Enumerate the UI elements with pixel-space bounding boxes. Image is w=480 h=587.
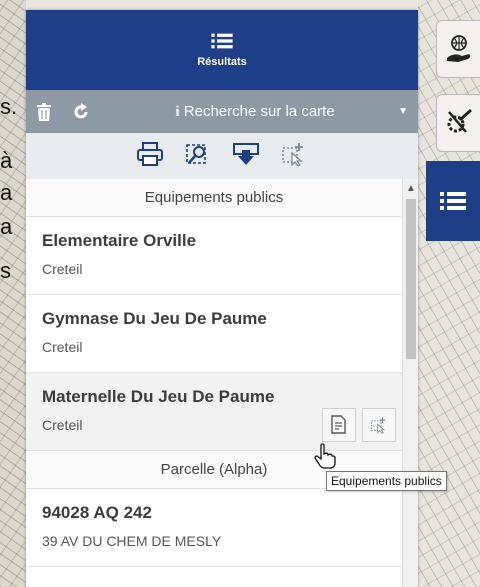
map-text-fragment: a [0, 214, 13, 239]
item-name: 94028 AQ 242 [42, 503, 152, 522]
tooltip: Equipements publics [326, 471, 447, 491]
list-item[interactable]: 94028 AQ 242 39 AV DU CHEM DE MESLY [26, 489, 402, 567]
panel-header: Résultats [26, 10, 418, 90]
scroll-up-icon[interactable]: ▲ [406, 183, 416, 194]
refresh-button[interactable] [72, 102, 112, 121]
scroll-thumb[interactable] [406, 199, 416, 359]
results-panel: Résultats i Recherche sur la carte ▼ Equ… [26, 10, 418, 587]
list-item[interactable]: Elementaire Orville Creteil [26, 217, 402, 295]
refresh-icon [74, 102, 88, 118]
item-details-button[interactable] [322, 408, 356, 442]
map-background-left[interactable] [0, 0, 26, 587]
results-list: Equipements publics Elementaire Orville … [26, 179, 402, 587]
item-subtitle: Creteil [42, 339, 83, 355]
results-toolbar: i Recherche sur la carte ▼ [26, 90, 418, 133]
print-icon [137, 141, 163, 166]
item-subtitle: Creteil [42, 261, 83, 277]
group-header: Equipements publics [26, 179, 402, 217]
map-text-fragment: s. [0, 94, 18, 119]
list-item[interactable]: Gymnase Du Jeu De Paume Creteil [26, 295, 402, 373]
trash-icon [37, 102, 51, 121]
list-item[interactable]: Maternelle Du Jeu De Paume Creteil [26, 373, 402, 451]
list-scrollbar[interactable]: ▲ [402, 179, 418, 587]
clear-button[interactable] [36, 102, 58, 121]
edit-select-button[interactable] [281, 142, 307, 171]
edit-select-icon [282, 142, 303, 167]
item-actions [322, 408, 396, 442]
map-text-fragment: à [0, 148, 13, 173]
results-toggle-button[interactable] [426, 161, 480, 241]
map-background-right[interactable] [418, 0, 480, 587]
list-icon [211, 33, 233, 49]
map-text-fragment: s [0, 258, 11, 283]
edit-select-icon [370, 417, 386, 434]
sheet-zoom-icon [331, 415, 346, 434]
item-name: Elementaire Orville [42, 231, 197, 250]
search-mode-select[interactable]: i Recherche sur la carte [112, 103, 398, 121]
info-icon: i [175, 103, 180, 120]
globe-hand-icon [446, 35, 470, 62]
globe-hand-button[interactable] [436, 20, 480, 78]
item-select-button[interactable] [362, 408, 396, 442]
search-mode-label: Recherche sur la carte [183, 102, 335, 120]
caret-down-icon[interactable]: ▼ [398, 106, 408, 117]
actions-bar [26, 133, 418, 179]
item-name: Gymnase Du Jeu De Paume [42, 309, 267, 328]
map-text-fragment: a [0, 180, 13, 205]
tools-button[interactable] [436, 94, 480, 152]
download-button[interactable] [233, 142, 259, 171]
hand-cursor-icon [314, 443, 336, 469]
panel-title: Résultats [197, 56, 247, 68]
zoom-to-button[interactable] [185, 142, 211, 171]
zoom-to-icon [186, 143, 206, 164]
item-name: Maternelle Du Jeu De Paume [42, 387, 275, 406]
list-icon [440, 192, 466, 210]
item-subtitle: 39 AV DU CHEM DE MESLY [42, 533, 222, 549]
print-button[interactable] [137, 141, 163, 171]
tools-icon [447, 108, 472, 133]
download-icon [233, 142, 259, 165]
